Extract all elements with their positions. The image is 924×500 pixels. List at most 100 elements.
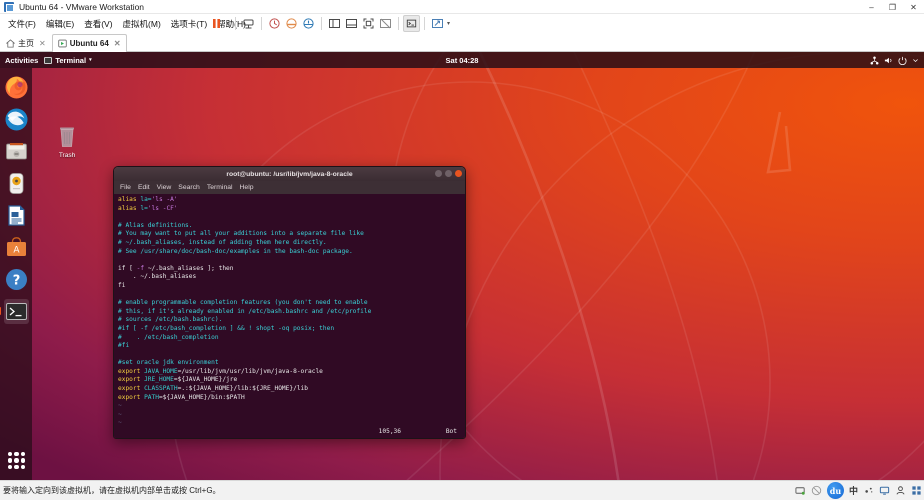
ubuntu-software-icon: A bbox=[4, 235, 29, 260]
terminal-line bbox=[118, 351, 461, 360]
thunderbird-icon bbox=[4, 107, 29, 132]
dock-thunderbird[interactable] bbox=[4, 107, 29, 132]
terminal-line: #set oracle jdk environment bbox=[118, 359, 461, 368]
toolbar-separator bbox=[398, 17, 399, 30]
menu-view[interactable]: 查看(V) bbox=[79, 16, 117, 32]
terminal-line: export PATH=${JAVA_HOME}/bin:$PATH bbox=[118, 394, 461, 403]
desktop-trash[interactable]: Trash bbox=[47, 124, 87, 159]
ime-keyboard-icon[interactable] bbox=[879, 485, 890, 496]
revert-snapshot-icon[interactable] bbox=[283, 15, 300, 32]
vim-scroll-indicator: Bot bbox=[446, 428, 457, 435]
console-view-icon[interactable] bbox=[403, 15, 420, 32]
ime-chinese-mode[interactable]: 中 bbox=[849, 484, 858, 497]
vmware-status-bar: 要将输入定向到该虚拟机，请在虚拟机内部单击或按 Ctrl+G。 du 中 bbox=[0, 480, 924, 500]
terminal-line: export JAVA_HOME=/usr/lib/jvm/usr/lib/jv… bbox=[118, 368, 461, 377]
terminal-line: #if [ -f /etc/bash_completion ] && ! sho… bbox=[118, 325, 461, 334]
terminal-line: # . /etc/bash_completion bbox=[118, 334, 461, 343]
tab-ubuntu-64-close-icon[interactable]: ✕ bbox=[114, 39, 121, 48]
stretch-dropdown-caret[interactable]: ▾ bbox=[447, 20, 450, 27]
terminal-line: # You may want to put all your additions… bbox=[118, 230, 461, 239]
firefox-icon bbox=[4, 75, 29, 100]
minimize-button[interactable]: – bbox=[861, 0, 882, 14]
vim-cursor-position: 105,36 bbox=[379, 428, 401, 435]
vmware-title-bar: Ubuntu 64 - VMware Workstation – ❐ ✕ bbox=[0, 0, 924, 14]
send-keys-icon[interactable] bbox=[240, 15, 257, 32]
terminal-menu-edit[interactable]: Edit bbox=[138, 184, 150, 191]
tab-home[interactable]: 主页 ✕ bbox=[0, 34, 52, 51]
help-icon: ? bbox=[4, 267, 29, 292]
toolbar-separator bbox=[261, 17, 262, 30]
vm-powered-icon bbox=[58, 39, 67, 48]
toolbar-separator bbox=[424, 17, 425, 30]
snapshot-manager-icon[interactable] bbox=[300, 15, 317, 32]
dock-rhythmbox[interactable] bbox=[4, 171, 29, 196]
home-icon bbox=[6, 39, 15, 48]
suspend-icon[interactable] bbox=[208, 15, 225, 32]
terminal-text-area[interactable]: alias la='ls -A'alias l='ls -CF' # Alias… bbox=[114, 194, 465, 438]
terminal-menu-terminal[interactable]: Terminal bbox=[207, 184, 233, 191]
terminal-line: ~ bbox=[118, 402, 461, 411]
svg-text:?: ? bbox=[12, 274, 20, 289]
terminal-line: # See /usr/share/doc/bash-doc/examples i… bbox=[118, 248, 461, 257]
terminal-line bbox=[118, 291, 461, 300]
tab-home-close-icon[interactable]: ✕ bbox=[39, 39, 46, 48]
stretch-icon[interactable] bbox=[429, 15, 446, 32]
suspend-dropdown-caret[interactable]: ▾ bbox=[226, 20, 229, 27]
terminal-line: # Alias definitions. bbox=[118, 222, 461, 231]
trash-icon bbox=[55, 124, 79, 150]
terminal-minimize-button[interactable] bbox=[435, 170, 442, 177]
terminal-line: export CLASSPATH=.:${JAVA_HOME}/lib:${JR… bbox=[118, 385, 461, 394]
terminal-menu-search[interactable]: Search bbox=[178, 184, 200, 191]
vmware-app-icon bbox=[4, 2, 14, 12]
terminal-line: # sources /etc/bash.bashrc). bbox=[118, 316, 461, 325]
network-tray-icon[interactable] bbox=[795, 485, 806, 496]
files-icon bbox=[4, 139, 29, 164]
disabled-tray-icon[interactable] bbox=[811, 485, 822, 496]
terminal-line: . ~/.bash_aliases bbox=[118, 273, 461, 282]
baidu-ime-logo[interactable]: du bbox=[827, 482, 844, 499]
terminal-line: ~ bbox=[118, 411, 461, 420]
terminal-window[interactable]: root@ubuntu: /usr/lib/jvm/java-8-oracle … bbox=[113, 166, 466, 439]
dock-firefox[interactable] bbox=[4, 75, 29, 100]
terminal-line: ~ bbox=[118, 419, 461, 428]
vmware-toolbar: ▾ bbox=[208, 14, 452, 33]
tab-ubuntu-64[interactable]: Ubuntu 64 ✕ bbox=[52, 34, 127, 52]
ubuntu-dock: A ? bbox=[0, 68, 32, 480]
show-sidebar-icon[interactable] bbox=[326, 15, 343, 32]
terminal-line: fi bbox=[118, 282, 461, 291]
terminal-window-controls bbox=[435, 170, 462, 177]
dock-help[interactable]: ? bbox=[4, 267, 29, 292]
menu-virtual-machine[interactable]: 虚拟机(M) bbox=[118, 16, 166, 32]
unity-mode-icon[interactable] bbox=[377, 15, 394, 32]
tab-home-label: 主页 bbox=[18, 38, 34, 49]
terminal-menu-view[interactable]: View bbox=[157, 184, 172, 191]
terminal-maximize-button[interactable] bbox=[445, 170, 452, 177]
menu-tabs[interactable]: 选项卡(T) bbox=[166, 16, 212, 32]
terminal-menu-help[interactable]: Help bbox=[240, 184, 254, 191]
dock-ubuntu-software[interactable]: A bbox=[4, 235, 29, 260]
terminal-line: alias la='ls -A' bbox=[118, 196, 461, 205]
close-button[interactable]: ✕ bbox=[903, 0, 924, 14]
vm-guest-screen[interactable]: Activities Terminal ▾ Sat 04:28 bbox=[0, 52, 924, 480]
terminal-line bbox=[118, 213, 461, 222]
terminal-menu-file[interactable]: File bbox=[120, 184, 131, 191]
show-applications-icon[interactable] bbox=[4, 448, 29, 473]
clock[interactable]: Sat 04:28 bbox=[0, 56, 924, 65]
thumbnail-bar-icon[interactable] bbox=[343, 15, 360, 32]
terminal-close-button[interactable] bbox=[455, 170, 462, 177]
tab-ubuntu-64-label: Ubuntu 64 bbox=[70, 39, 109, 48]
ime-punctuation-icon[interactable] bbox=[863, 485, 874, 496]
system-indicators[interactable] bbox=[870, 56, 919, 65]
dock-terminal[interactable] bbox=[4, 299, 29, 324]
ime-user-icon[interactable] bbox=[895, 485, 906, 496]
menu-file[interactable]: 文件(F) bbox=[3, 16, 41, 32]
terminal-title-bar: root@ubuntu: /usr/lib/jvm/java-8-oracle bbox=[114, 167, 465, 181]
fullscreen-icon[interactable] bbox=[360, 15, 377, 32]
dock-libreoffice-writer[interactable] bbox=[4, 203, 29, 228]
ime-toolbox-icon[interactable] bbox=[911, 485, 922, 496]
restore-button[interactable]: ❐ bbox=[882, 0, 903, 14]
vmware-tray: du 中 bbox=[795, 482, 922, 499]
menu-edit[interactable]: 编辑(E) bbox=[41, 16, 79, 32]
snapshot-icon[interactable] bbox=[266, 15, 283, 32]
dock-files[interactable] bbox=[4, 139, 29, 164]
